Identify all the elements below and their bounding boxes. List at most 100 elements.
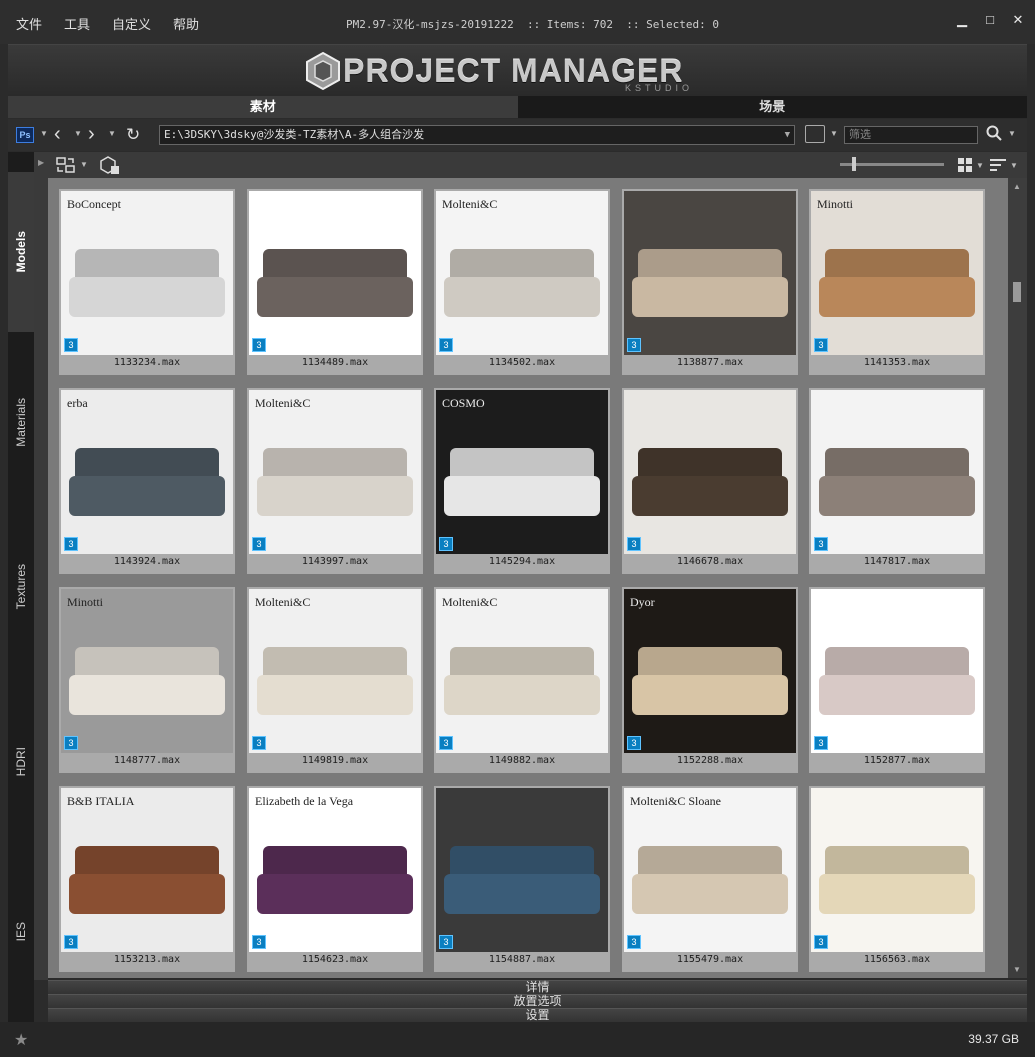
asset-tile[interactable]: 3 1146678.max <box>622 388 798 574</box>
photoshop-icon[interactable]: Ps <box>16 127 34 143</box>
side-tab-models[interactable]: Models <box>8 172 34 332</box>
brand-label: Molteni&C <box>442 595 498 609</box>
asset-tile[interactable]: Molteni&C Sloane 3 1155479.max <box>622 786 798 972</box>
expand-icon[interactable]: ▶ <box>38 158 44 167</box>
asset-filename: 1147817.max <box>863 556 931 567</box>
asset-tile[interactable]: 3 1152877.max <box>809 587 985 773</box>
max-file-icon: 3 <box>64 338 78 352</box>
chevron-down-icon[interactable]: ▼ <box>976 161 984 170</box>
asset-tile[interactable]: 3 1147817.max <box>809 388 985 574</box>
tab-scenes[interactable]: 场景 <box>517 96 1027 118</box>
max-file-icon: 3 <box>64 935 78 949</box>
chevron-down-icon[interactable]: ▼ <box>80 160 88 169</box>
slider-handle[interactable] <box>852 157 856 171</box>
sofa-seat <box>444 675 600 715</box>
search-icon[interactable] <box>986 125 1002 141</box>
filter-check-icon[interactable] <box>805 125 825 143</box>
asset-filename: 1141353.max <box>863 357 931 368</box>
max-file-icon: 3 <box>439 537 453 551</box>
scroll-down-icon[interactable]: ▼ <box>1013 965 1021 974</box>
asset-tile[interactable]: Molteni&C 3 1134502.max <box>434 189 610 375</box>
tab-assets[interactable]: 素材 <box>8 96 518 118</box>
brand-label: Dyor <box>630 595 655 609</box>
menu-file[interactable]: 文件 <box>16 14 42 33</box>
menu-customize[interactable]: 自定义 <box>112 14 151 33</box>
asset-tile[interactable]: 3 1138877.max <box>622 189 798 375</box>
chevron-down-icon[interactable]: ▼ <box>74 129 82 138</box>
asset-filename: 1155479.max <box>676 954 744 965</box>
chevron-down-icon[interactable]: ▼ <box>1010 161 1018 170</box>
close-icon[interactable]: ✕ <box>1011 12 1025 28</box>
asset-filename: 1154887.max <box>488 954 556 965</box>
menu-help[interactable]: 帮助 <box>173 14 199 33</box>
asset-tile[interactable]: BoConcept 3 1133234.max <box>59 189 235 375</box>
asset-tile[interactable]: Dyor 3 1152288.max <box>622 587 798 773</box>
forward-icon[interactable]: › <box>88 123 95 146</box>
grid-view-icon[interactable] <box>958 158 972 172</box>
asset-tile[interactable]: 3 1156563.max <box>809 786 985 972</box>
asset-tile[interactable]: Molteni&C 3 1149882.max <box>434 587 610 773</box>
side-tab-textures[interactable]: Textures <box>8 512 34 662</box>
brand-label: Molteni&C <box>255 396 311 410</box>
max-file-icon: 3 <box>814 338 828 352</box>
chevron-down-icon[interactable]: ▼ <box>1008 129 1016 138</box>
status-bar: ★ 39.37 GB <box>0 1022 1035 1057</box>
path-field[interactable]: E:\3DSKY\3dsky@沙发类-TZ素材\A-多人组合沙发 ▼ <box>159 125 795 145</box>
asset-tile[interactable]: COSMO 3 1145294.max <box>434 388 610 574</box>
sofa-seat <box>69 874 225 914</box>
sofa-seat <box>69 675 225 715</box>
asset-thumbnail: Molteni&C 3 <box>249 390 421 554</box>
asset-tile[interactable]: B&B ITALIA 3 1153213.max <box>59 786 235 972</box>
asset-tile[interactable]: Minotti 3 1141353.max <box>809 189 985 375</box>
sofa-seat <box>257 675 413 715</box>
max-file-icon: 3 <box>439 338 453 352</box>
sofa-seat <box>69 277 225 317</box>
panel-details[interactable]: 详情 <box>48 980 1027 994</box>
brand-label: BoConcept <box>67 197 121 211</box>
refresh-icon[interactable]: ↻ <box>126 125 140 145</box>
side-tab-hdri[interactable]: HDRI <box>8 712 34 812</box>
back-icon[interactable]: ‹ <box>54 123 61 146</box>
panel-placement-options[interactable]: 放置选项 <box>48 994 1027 1008</box>
asset-tile[interactable]: 3 1154887.max <box>434 786 610 972</box>
chevron-down-icon[interactable]: ▼ <box>830 129 838 138</box>
scroll-thumb[interactable] <box>1013 282 1021 302</box>
panel-settings[interactable]: 设置 <box>48 1008 1027 1022</box>
side-tab-materials[interactable]: Materials <box>8 332 34 512</box>
maximize-icon[interactable]: □ <box>983 12 997 28</box>
asset-thumbnail: Molteni&C 3 <box>436 191 608 355</box>
brand-label: Molteni&C <box>442 197 498 211</box>
brand-label: erba <box>67 396 88 410</box>
max-file-icon: 3 <box>252 537 266 551</box>
max-file-icon: 3 <box>627 338 641 352</box>
asset-thumbnail: 3 <box>624 390 796 554</box>
add-box-icon[interactable] <box>98 155 120 175</box>
sofa-seat <box>444 476 600 516</box>
side-tab-ies[interactable]: IES <box>8 892 34 972</box>
minimize-icon[interactable]: ▁ <box>955 12 969 28</box>
asset-tile[interactable]: Minotti 3 1148777.max <box>59 587 235 773</box>
scroll-up-icon[interactable]: ▲ <box>1013 182 1021 191</box>
logo-cube-icon <box>306 51 340 91</box>
vertical-scrollbar[interactable]: ▲ ▼ <box>1008 178 1027 978</box>
max-file-icon: 3 <box>439 935 453 949</box>
asset-thumbnail: Molteni&C Sloane 3 <box>624 788 796 952</box>
brand-label: Minotti <box>817 197 854 211</box>
sofa-seat <box>444 277 600 317</box>
sofa-seat <box>632 874 788 914</box>
star-icon[interactable]: ★ <box>14 1030 28 1050</box>
chevron-down-icon[interactable]: ▼ <box>108 129 116 138</box>
filter-input[interactable]: 筛选 <box>844 126 978 144</box>
asset-tile[interactable]: 3 1134489.max <box>247 189 423 375</box>
menu-tools[interactable]: 工具 <box>64 14 90 33</box>
chevron-down-icon[interactable]: ▼ <box>40 129 48 138</box>
asset-tile[interactable]: Elizabeth de la Vega 3 1154623.max <box>247 786 423 972</box>
asset-tile[interactable]: erba 3 1143924.max <box>59 388 235 574</box>
swap-icon[interactable] <box>56 156 76 174</box>
sort-icon[interactable] <box>990 158 1006 172</box>
max-file-icon: 3 <box>627 736 641 750</box>
asset-tile[interactable]: Molteni&C 3 1149819.max <box>247 587 423 773</box>
chevron-down-icon[interactable]: ▼ <box>785 126 790 144</box>
asset-tile[interactable]: Molteni&C 3 1143997.max <box>247 388 423 574</box>
splitter[interactable]: ▶ <box>34 152 48 980</box>
